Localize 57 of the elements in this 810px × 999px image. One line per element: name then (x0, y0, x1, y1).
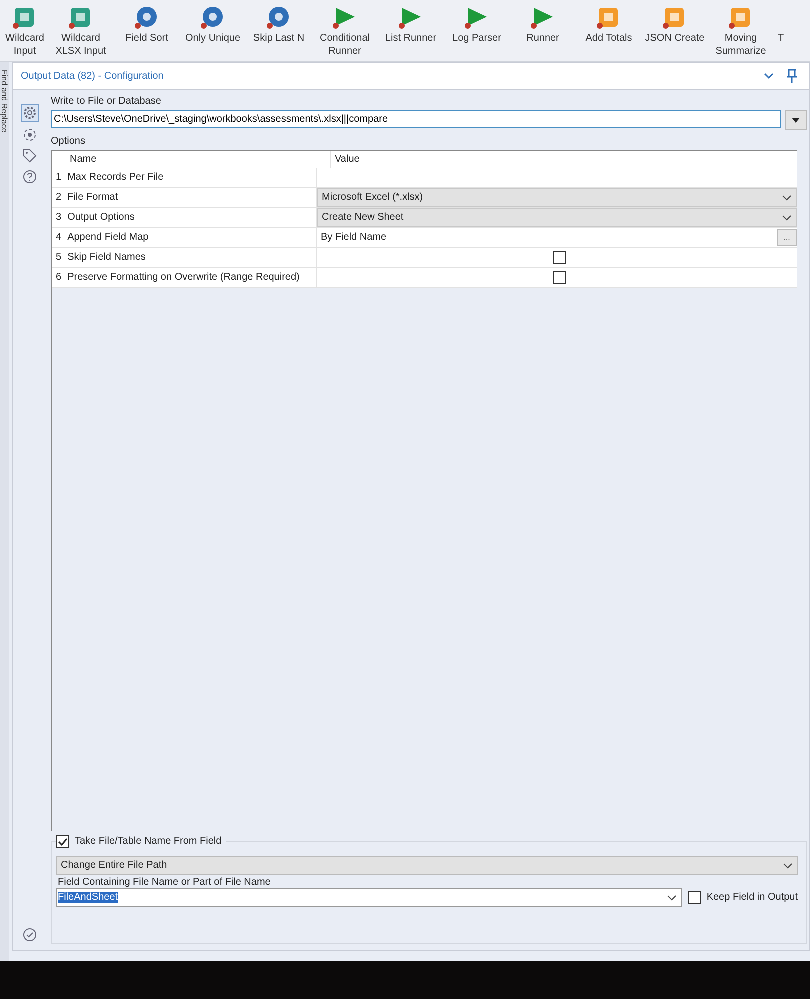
table-cell-text: By Field Name (321, 232, 388, 243)
table-cell: Output Options (68, 212, 135, 223)
checkbox-label: Keep Field in Output (706, 892, 798, 903)
dropdown-field[interactable]: Change Entire File Path (56, 856, 798, 875)
chevron-down-icon (666, 894, 677, 900)
target-icon[interactable] (22, 127, 38, 143)
panel-title: Output Data (82) - Configuration (21, 70, 165, 82)
tool-button[interactable]: Field Sort (114, 0, 180, 61)
browse-button[interactable]: ... (777, 229, 797, 246)
checkbox[interactable] (552, 251, 566, 264)
chevron-down-icon (782, 194, 792, 200)
row-number: 6 (56, 272, 62, 283)
tool-button[interactable]: Add Totals (576, 0, 642, 61)
table-cell: Append Field Map (68, 232, 149, 243)
dropdown-field[interactable]: Create New Sheet (317, 208, 797, 227)
table-cell: Max Records Per File (68, 172, 164, 183)
tool-button[interactable]: Runner (510, 0, 576, 61)
side-tab[interactable]: Find and Replace (0, 62, 9, 961)
tool-button[interactable]: Skip Last N (246, 0, 312, 61)
check-circle-icon (23, 928, 37, 942)
pin-icon[interactable] (785, 68, 799, 84)
path-field[interactable]: C:\Users\Steve\OneDrive\_staging\workbooks\assessments\.xlsx|||compare (51, 110, 781, 128)
column-header: Name (70, 154, 97, 165)
tool-button[interactable]: Log Parser (444, 0, 510, 61)
row-number: 4 (56, 232, 62, 243)
tool-button[interactable]: Conditional Runner (312, 0, 378, 61)
field-label: Write to File or Database (51, 96, 162, 107)
tag-icon[interactable] (22, 148, 38, 164)
checkbox-label: Take File/Table Name From Field (75, 836, 222, 847)
chevron-down-icon (782, 214, 792, 220)
dropdown-button[interactable] (785, 110, 807, 130)
tool-button[interactable]: List Runner (378, 0, 444, 61)
row-number: 2 (56, 192, 62, 203)
help-icon[interactable] (22, 169, 38, 185)
dropdown-field[interactable]: Microsoft Excel (*.xlsx) (317, 188, 797, 207)
tool-button[interactable]: Only Unique (180, 0, 246, 61)
tool-button[interactable]: JSON Create (642, 0, 708, 61)
checkbox[interactable] (56, 835, 69, 848)
table-cell: File Format (68, 192, 118, 203)
tool-button[interactable]: Moving Summarize (708, 0, 774, 61)
column-header: Value (335, 154, 360, 165)
row-number: 1 (56, 172, 62, 183)
settings-icon[interactable] (21, 104, 39, 122)
chevron-down-icon (783, 862, 793, 868)
section-label: Options (51, 136, 86, 147)
table-cell: Skip Field Names (68, 252, 146, 263)
table-cell: Preserve Formatting on Overwrite (Range Required) (68, 272, 300, 283)
tool-button[interactable]: T (774, 0, 788, 61)
row-number: 5 (56, 252, 62, 263)
checkbox[interactable] (688, 891, 701, 904)
checkbox[interactable] (552, 271, 566, 284)
field-label: Field Containing File Name or Part of File Name (58, 877, 271, 888)
tool-button[interactable]: Wildcard Input (2, 0, 48, 61)
dropdown-field[interactable]: FileAndSheet (56, 888, 682, 907)
caret-icon (792, 118, 800, 122)
row-number: 3 (56, 212, 62, 223)
tool-button[interactable]: Wildcard XLSX Input (48, 0, 114, 61)
